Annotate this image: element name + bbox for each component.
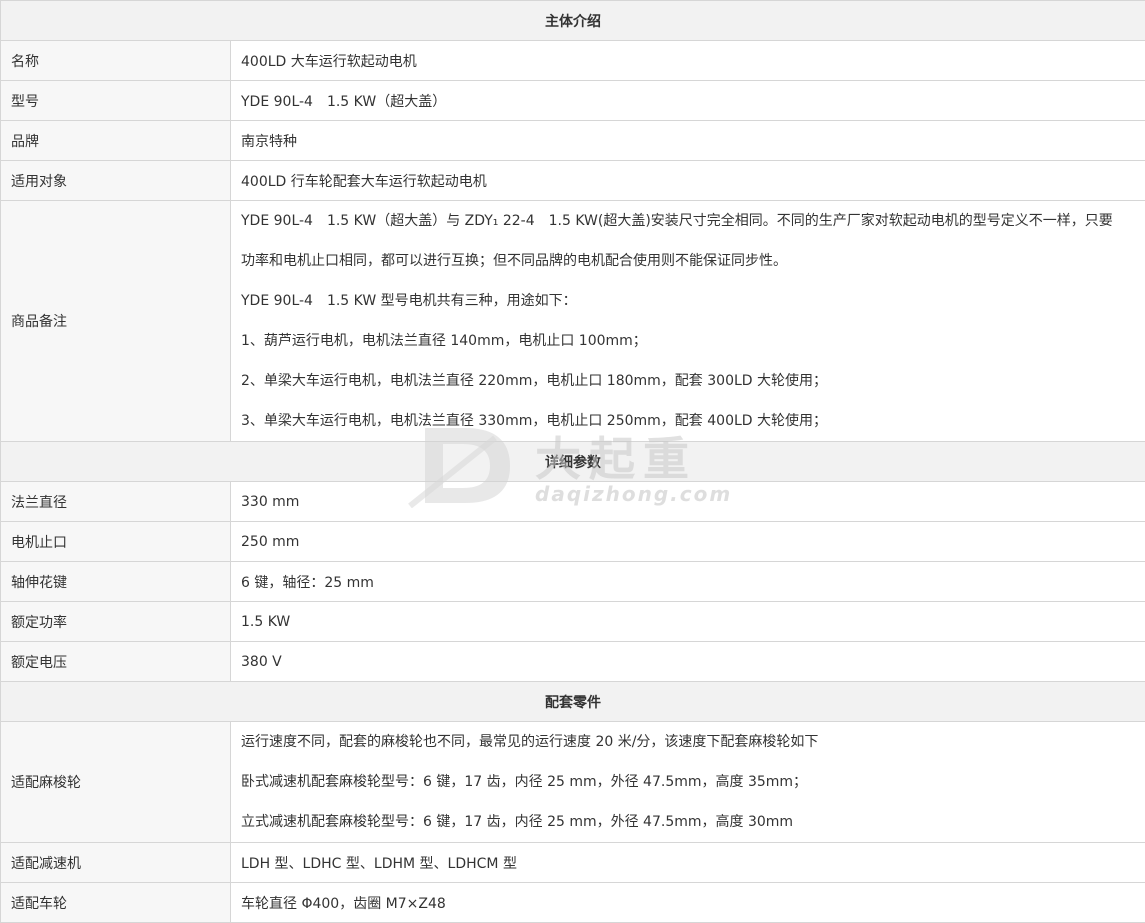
table-row: 额定功率 1.5 KW	[1, 602, 1145, 642]
table-row: 名称 400LD 大车运行软起动电机	[1, 41, 1145, 81]
row-label-applicable: 适用对象	[1, 161, 231, 201]
row-label-spigot: 电机止口	[1, 522, 231, 562]
wheel-line: 卧式减速机配套麻梭轮型号：6 键，17 齿，内径 25 mm，外径 47.5mm…	[241, 762, 1135, 802]
row-label-brand: 品牌	[1, 121, 231, 161]
table-row: 适配麻梭轮 运行速度不同，配套的麻梭轮也不同，最常见的运行速度 20 米/分，该…	[1, 722, 1145, 843]
table-row: 适配车轮 车轮直径 Φ400，齿圈 M7×Z48	[1, 883, 1145, 923]
row-label-power: 额定功率	[1, 602, 231, 642]
table-row: 额定电压 380 V	[1, 642, 1145, 682]
table-row: 法兰直径 330 mm	[1, 482, 1145, 522]
wheel-line: 运行速度不同，配套的麻梭轮也不同，最常见的运行速度 20 米/分，该速度下配套麻…	[241, 722, 1135, 762]
table-row: 轴伸花键 6 键，轴径：25 mm	[1, 562, 1145, 602]
table-row: 型号 YDE 90L-4 1.5 KW（超大盖）	[1, 81, 1145, 121]
table-row: 适用对象 400LD 行车轮配套大车运行软起动电机	[1, 161, 1145, 201]
section-row: 详细参数	[1, 442, 1145, 482]
remarks-line: 3、单梁大车运行电机，电机法兰直径 330mm，电机止口 250mm，配套 40…	[241, 401, 1135, 441]
row-label-remarks: 商品备注	[1, 201, 231, 442]
remarks-line: 1、葫芦运行电机，电机法兰直径 140mm，电机止口 100mm；	[241, 321, 1135, 361]
row-value-reducer: LDH 型、LDHC 型、LDHM 型、LDHCM 型	[231, 843, 1145, 883]
row-value-flange: 330 mm	[231, 482, 1145, 522]
section-title-matching-parts: 配套零件	[1, 682, 1145, 722]
row-value-name: 400LD 大车运行软起动电机	[231, 41, 1145, 81]
row-value-brand: 南京特种	[231, 121, 1145, 161]
section-title-detail-params: 详细参数	[1, 442, 1145, 482]
row-label-spline: 轴伸花键	[1, 562, 231, 602]
section-title-main-intro: 主体介绍	[1, 1, 1145, 41]
row-label-voltage: 额定电压	[1, 642, 231, 682]
row-value-wheel: 运行速度不同，配套的麻梭轮也不同，最常见的运行速度 20 米/分，该速度下配套麻…	[231, 722, 1145, 843]
section-row: 主体介绍	[1, 1, 1145, 41]
remarks-line: YDE 90L-4 1.5 KW 型号电机共有三种，用途如下：	[241, 281, 1135, 321]
remarks-line: YDE 90L-4 1.5 KW（超大盖）与 ZDY₁ 22-4 1.5 KW(…	[241, 201, 1135, 241]
remarks-line: 2、单梁大车运行电机，电机法兰直径 220mm，电机止口 180mm，配套 30…	[241, 361, 1135, 401]
spec-table: 主体介绍 名称 400LD 大车运行软起动电机 型号 YDE 90L-4 1.5…	[0, 0, 1145, 923]
row-value-spline: 6 键，轴径：25 mm	[231, 562, 1145, 602]
row-label-model: 型号	[1, 81, 231, 121]
row-value-model: YDE 90L-4 1.5 KW（超大盖）	[231, 81, 1145, 121]
table-row: 商品备注 YDE 90L-4 1.5 KW（超大盖）与 ZDY₁ 22-4 1.…	[1, 201, 1145, 442]
row-value-spigot: 250 mm	[231, 522, 1145, 562]
remarks-line: 功率和电机止口相同，都可以进行互换；但不同品牌的电机配合使用则不能保证同步性。	[241, 241, 1135, 281]
row-label-reducer: 适配减速机	[1, 843, 231, 883]
wheel-line: 立式减速机配套麻梭轮型号：6 键，17 齿，内径 25 mm，外径 47.5mm…	[241, 802, 1135, 842]
table-row: 品牌 南京特种	[1, 121, 1145, 161]
row-label-carwheel: 适配车轮	[1, 883, 231, 923]
row-value-carwheel: 车轮直径 Φ400，齿圈 M7×Z48	[231, 883, 1145, 923]
row-value-applicable: 400LD 行车轮配套大车运行软起动电机	[231, 161, 1145, 201]
table-row: 适配减速机 LDH 型、LDHC 型、LDHM 型、LDHCM 型	[1, 843, 1145, 883]
table-row: 电机止口 250 mm	[1, 522, 1145, 562]
row-value-remarks: YDE 90L-4 1.5 KW（超大盖）与 ZDY₁ 22-4 1.5 KW(…	[231, 201, 1145, 442]
row-value-voltage: 380 V	[231, 642, 1145, 682]
row-label-wheel: 适配麻梭轮	[1, 722, 231, 843]
section-row: 配套零件	[1, 682, 1145, 722]
row-label-flange: 法兰直径	[1, 482, 231, 522]
row-label-name: 名称	[1, 41, 231, 81]
row-value-power: 1.5 KW	[231, 602, 1145, 642]
